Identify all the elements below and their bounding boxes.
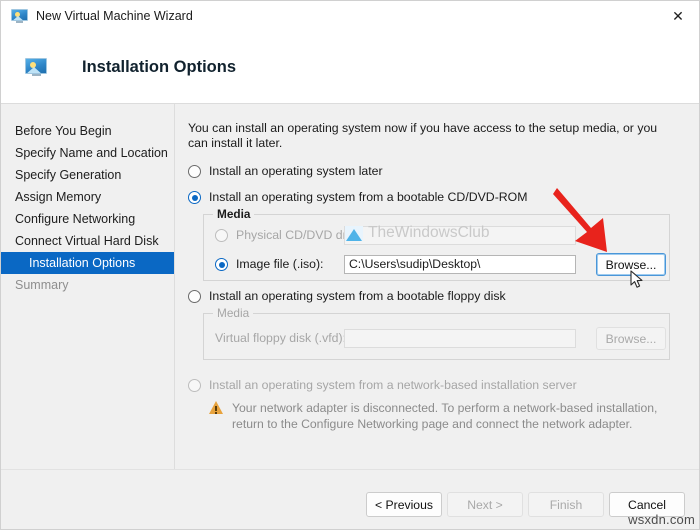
sidebar-item-specify-generation[interactable]: Specify Generation — [1, 164, 174, 186]
monitor-icon — [25, 58, 47, 77]
intro-text: You can install an operating system now … — [188, 121, 670, 151]
main-pane: You can install an operating system now … — [176, 104, 700, 469]
radio-install-from-floppy[interactable]: Install an operating system from a boota… — [188, 289, 506, 303]
radio-indicator — [215, 258, 228, 271]
sidebar-item-assign-memory[interactable]: Assign Memory — [1, 186, 174, 208]
radio-install-from-network[interactable]: Install an operating system from a netwo… — [188, 378, 577, 392]
page-header: Installation Options — [1, 31, 700, 104]
image-file-browse-button[interactable]: Browse... — [596, 253, 666, 276]
footer-button-bar: < Previous Next > Finish Cancel — [1, 469, 700, 530]
new-virtual-machine-wizard-window: New Virtual Machine Wizard ✕ Installatio… — [0, 0, 700, 530]
sidebar-item-connect-virtual-hard-disk[interactable]: Connect Virtual Hard Disk — [1, 230, 174, 252]
radio-image-file[interactable]: Image file (.iso): — [215, 257, 323, 271]
warning-triangle-icon — [209, 401, 224, 415]
radio-indicator — [188, 165, 201, 178]
site-watermark: wsxdn.com — [628, 512, 695, 527]
radio-install-from-cd-dvd[interactable]: Install an operating system from a boota… — [188, 190, 527, 204]
radio-install-later[interactable]: Install an operating system later — [188, 164, 383, 178]
floppy-media-groupbox-legend: Media — [213, 306, 253, 320]
network-warning: Your network adapter is disconnected. To… — [209, 400, 672, 432]
sidebar-item-specify-name-and-location[interactable]: Specify Name and Location — [1, 142, 174, 164]
previous-button[interactable]: < Previous — [366, 492, 442, 517]
sidebar-item-installation-options[interactable]: Installation Options — [1, 252, 174, 274]
radio-install-from-cd-dvd-label: Install an operating system from a boota… — [209, 190, 527, 204]
finish-button[interactable]: Finish — [528, 492, 604, 517]
radio-install-from-floppy-label: Install an operating system from a boota… — [209, 289, 506, 303]
next-button[interactable]: Next > — [447, 492, 523, 517]
virtual-floppy-disk-input[interactable] — [344, 329, 576, 348]
wizard-steps-sidebar: Before You Begin Specify Name and Locati… — [1, 104, 175, 469]
cd-media-groupbox-legend: Media — [213, 207, 254, 221]
window-title: New Virtual Machine Wizard — [36, 9, 193, 23]
network-warning-text: Your network adapter is disconnected. To… — [232, 400, 672, 432]
image-file-label: Image file (.iso): — [236, 257, 323, 271]
radio-indicator — [188, 290, 201, 303]
radio-indicator — [188, 191, 201, 204]
radio-indicator — [188, 379, 201, 392]
body-area: Before You Begin Specify Name and Locati… — [1, 104, 700, 469]
image-file-path-input[interactable]: C:\Users\sudip\Desktop\ — [344, 255, 576, 274]
sidebar-item-before-you-begin[interactable]: Before You Begin — [1, 120, 174, 142]
page-title: Installation Options — [82, 58, 236, 77]
sidebar-item-summary[interactable]: Summary — [1, 274, 174, 296]
physical-cd-dvd-drive-select[interactable] — [344, 226, 576, 245]
title-bar: New Virtual Machine Wizard ✕ — [1, 1, 700, 31]
radio-install-from-network-label: Install an operating system from a netwo… — [209, 378, 577, 392]
virtual-floppy-disk-browse-button[interactable]: Browse... — [596, 327, 666, 350]
close-icon[interactable]: ✕ — [655, 1, 700, 31]
radio-indicator — [215, 229, 228, 242]
sidebar-item-configure-networking[interactable]: Configure Networking — [1, 208, 174, 230]
radio-install-later-label: Install an operating system later — [209, 164, 383, 178]
monitor-icon — [11, 9, 28, 24]
virtual-floppy-disk-label: Virtual floppy disk (.vfd): — [215, 331, 346, 345]
